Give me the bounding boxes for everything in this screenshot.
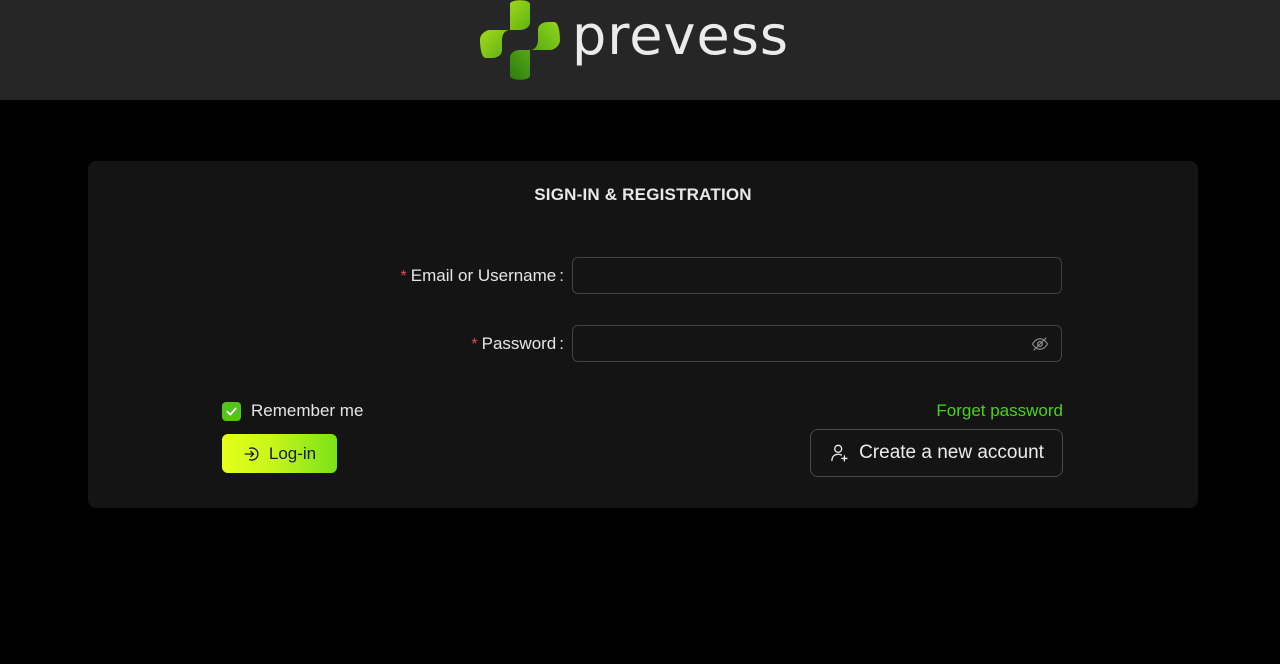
top-header: prevess — [0, 0, 1280, 100]
login-button[interactable]: Log-in — [222, 434, 337, 473]
required-marker: * — [400, 268, 407, 285]
eye-slash-icon[interactable] — [1031, 335, 1049, 353]
create-account-label: Create a new account — [859, 442, 1044, 463]
create-account-button[interactable]: Create a new account — [810, 429, 1063, 477]
login-button-label: Log-in — [268, 443, 317, 463]
check-icon — [226, 407, 237, 415]
forgot-password-link[interactable]: Forget password — [936, 401, 1063, 421]
password-row: * Password: — [88, 325, 1198, 363]
logo-text: prevess — [572, 4, 789, 67]
password-label-text: Password — [481, 334, 557, 353]
brand-logo[interactable]: prevess — [480, 0, 789, 80]
card-title: SIGN-IN & REGISTRATION — [534, 185, 752, 204]
user-add-icon — [831, 444, 848, 462]
username-label: * Email or Username: — [400, 266, 564, 285]
logo-mark-icon — [480, 0, 560, 80]
username-row: * Email or Username: — [88, 257, 1198, 295]
password-input[interactable] — [572, 325, 1062, 362]
remember-me-checkbox[interactable]: Remember me — [222, 401, 363, 421]
remember-me-label: Remember me — [251, 401, 364, 420]
sign-in-card: SIGN-IN & REGISTRATION * Email or Usernam… — [88, 161, 1198, 508]
checkbox-checked[interactable] — [222, 401, 241, 421]
login-icon — [244, 446, 259, 461]
required-marker: * — [471, 336, 478, 353]
username-input[interactable] — [572, 257, 1062, 294]
password-label: * Password: — [471, 334, 564, 353]
username-label-text: Email or Username — [410, 266, 557, 285]
